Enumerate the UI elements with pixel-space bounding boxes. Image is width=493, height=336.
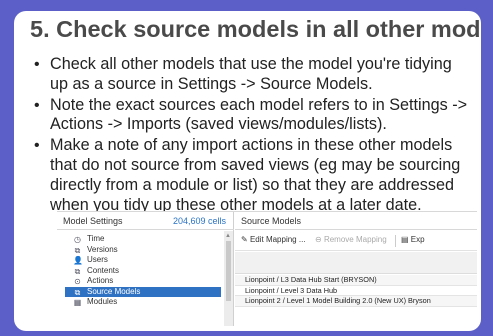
tree-item-label: Versions	[87, 244, 118, 254]
model-settings-pane: Model Settings 204,609 cells ◷ Time ⧉ Versi…	[57, 212, 234, 326]
tree-item-versions[interactable]: ⧉ Versions	[71, 245, 223, 256]
toolbar: ✎ Edit Mapping ... ⊖ Remove Mapping ▤ Ex…	[235, 231, 477, 251]
export-button[interactable]: ▤ Exp	[401, 235, 425, 244]
bullet-list: Check all other models that use the mode…	[32, 55, 472, 216]
table-row[interactable]: Lionpoint / Level 3 Data Hub	[235, 286, 477, 296]
slide-title: 5. Check source models in all other mode…	[30, 16, 481, 42]
tree-item-label: Source Models	[87, 286, 141, 296]
tree-item-label: Modules	[87, 297, 118, 306]
modules-icon: ▦	[73, 298, 82, 307]
bullet-item: Check all other models that use the mode…	[32, 55, 472, 95]
clock-icon: ◷	[74, 235, 81, 244]
bullet-item: Make a note of any import actions in the…	[32, 136, 472, 215]
tree-item-contents[interactable]: ⧉ Contents	[71, 266, 223, 277]
grid-header	[235, 252, 477, 274]
embedded-screenshot: Model Settings 204,609 cells ◷ Time ⧉ Versi…	[57, 211, 477, 326]
table-row[interactable]: Lionpoint / L3 Data Hub Start (BRYSON)	[235, 275, 477, 286]
export-icon: ▤	[401, 235, 411, 244]
tree-item-label: Time	[87, 234, 105, 243]
user-icon: 👤	[73, 256, 83, 265]
actions-icon: ⊙	[74, 277, 81, 286]
source-models-list: Lionpoint / L3 Data Hub Start (BRYSON) Li…	[235, 275, 477, 307]
tree-item-source-models[interactable]: ⧉ Source Models	[65, 286, 221, 297]
tree-item-actions[interactable]: ⊙ Actions	[71, 276, 223, 287]
tree-item-label: Users	[87, 255, 108, 264]
tree-item-time[interactable]: ◷ Time	[71, 234, 223, 245]
source-models-pane: Source Models ✎ Edit Mapping ... ⊖ Remov…	[235, 212, 477, 326]
remove-mapping-label: Remove Mapping	[323, 235, 387, 244]
bullet-item: Note the exact sources each model refers…	[32, 96, 472, 136]
versions-icon: ⧉	[74, 245, 81, 255]
edit-mapping-button[interactable]: ✎ Edit Mapping ...	[241, 235, 306, 244]
pencil-icon: ✎	[241, 235, 250, 244]
source-models-icon: ⧉	[74, 287, 81, 297]
remove-icon: ⊖	[315, 235, 324, 244]
model-settings-header: Model Settings 204,609 cells	[57, 212, 234, 230]
tree-item-label: Contents	[87, 265, 120, 275]
model-settings-title: Model Settings	[63, 216, 123, 226]
source-models-header: Source Models	[235, 212, 477, 230]
edit-mapping-label: Edit Mapping ...	[249, 235, 306, 244]
source-models-title: Source Models	[241, 216, 302, 226]
export-label: Exp	[410, 235, 425, 244]
scroll-up-icon[interactable]: ▲	[225, 233, 231, 239]
remove-mapping-button[interactable]: ⊖ Remove Mapping	[315, 235, 387, 244]
scrollbar-thumb[interactable]	[226, 241, 231, 301]
contents-icon: ⧉	[74, 266, 81, 276]
cell-count: 204,609 cells	[172, 216, 226, 226]
tree-item-modules[interactable]: ▦ Modules	[71, 297, 223, 308]
table-row[interactable]: Lionpoint 2 / Level 1 Model Building 2.0…	[235, 296, 477, 307]
settings-tree: ◷ Time ⧉ Versions 👤 Users ⧉ Contents ⊙ Actions ⧉ So…	[65, 234, 223, 308]
toolbar-divider	[395, 235, 396, 247]
tree-item-users[interactable]: 👤 Users	[71, 255, 223, 266]
tree-item-label: Actions	[87, 276, 114, 285]
scrollbar[interactable]: ▲	[224, 231, 233, 326]
